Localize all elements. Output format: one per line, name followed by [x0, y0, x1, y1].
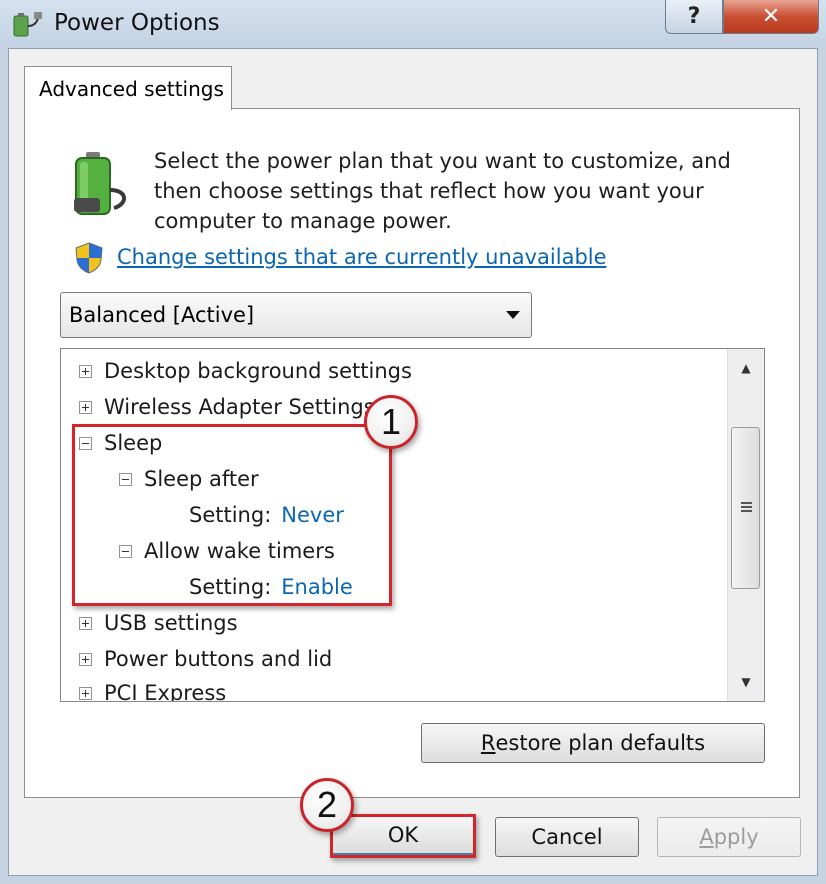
description-text: Select the power plan that you want to c… [154, 149, 731, 233]
expand-icon[interactable] [79, 616, 92, 630]
dropdown-arrow-icon [506, 311, 520, 319]
callout-number-1: 1 [364, 395, 418, 449]
tree-scrollbar[interactable]: ▲ ▼ [727, 349, 764, 701]
power-plan-value: Balanced [Active] [69, 303, 255, 327]
scroll-up-arrow-icon[interactable]: ▲ [728, 351, 764, 385]
close-button[interactable]: ✕ [723, 0, 819, 34]
tree-item-desktop-background[interactable]: Desktop background settings [79, 359, 412, 383]
highlight-box-ok [330, 814, 476, 858]
uac-shield-icon [75, 242, 103, 274]
grip-icon [741, 502, 752, 512]
power-options-icon [13, 12, 42, 37]
title-bar: Power Options ? ✕ [0, 0, 826, 48]
tree-item-wireless-adapter[interactable]: Wireless Adapter Settings [79, 395, 375, 419]
restore-plan-defaults-button[interactable]: Restore plan defaults [421, 723, 765, 763]
battery-plug-icon [74, 152, 126, 215]
tab-advanced-settings[interactable]: Advanced settings [24, 66, 232, 110]
change-unavailable-settings-link[interactable]: Change settings that are currently unava… [117, 245, 607, 269]
scroll-down-arrow-icon[interactable]: ▼ [728, 665, 764, 699]
tree-item-power-buttons[interactable]: Power buttons and lid [79, 647, 332, 671]
expand-icon[interactable] [79, 686, 92, 700]
tree-item-pci-express[interactable]: PCI Express [79, 681, 226, 701]
expand-icon[interactable] [79, 400, 92, 414]
cancel-button[interactable]: Cancel [495, 817, 639, 857]
help-button[interactable]: ? [665, 0, 723, 34]
tree-item-usb-settings[interactable]: USB settings [79, 611, 238, 635]
window-title: Power Options [54, 10, 220, 36]
highlight-box-sleep [72, 424, 392, 606]
expand-icon[interactable] [79, 364, 92, 378]
expand-icon[interactable] [79, 652, 92, 666]
power-plan-dropdown[interactable]: Balanced [Active] [60, 292, 532, 338]
apply-button[interactable]: Apply [657, 817, 801, 857]
scroll-thumb[interactable] [731, 427, 760, 589]
callout-number-2: 2 [300, 778, 354, 832]
